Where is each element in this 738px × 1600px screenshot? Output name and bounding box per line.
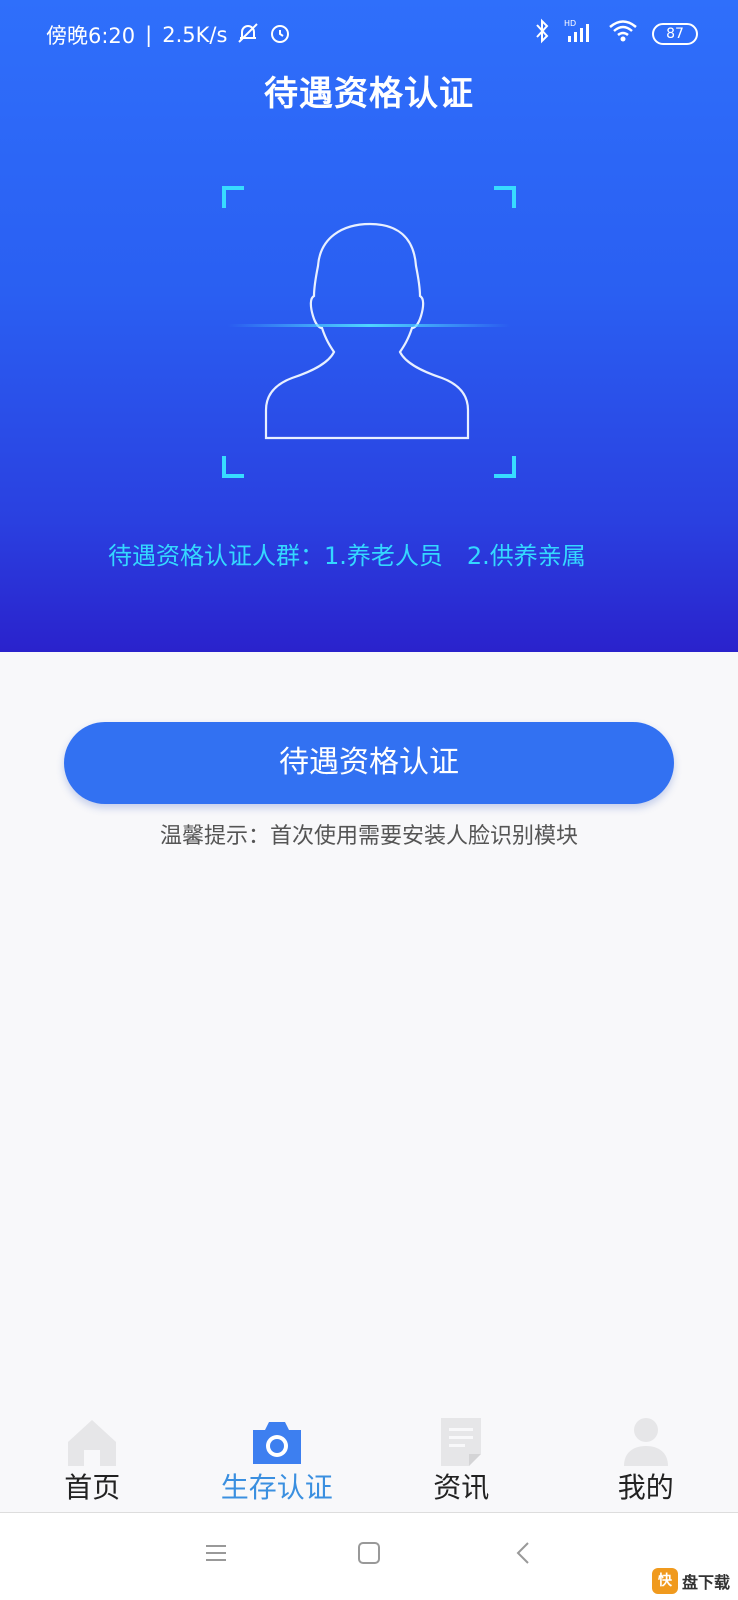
status-right: HD 87 bbox=[534, 18, 698, 49]
status-divider: | bbox=[145, 23, 153, 47]
battery-icon: 87 bbox=[652, 22, 698, 45]
status-left: 傍晚6:20 | 2.5K/s bbox=[46, 20, 291, 50]
tab-mine[interactable]: 我的 bbox=[554, 1404, 738, 1512]
face-outline-icon bbox=[222, 186, 516, 478]
bottom-tab-bar: 首页 生存认证 资讯 我的 bbox=[0, 1404, 738, 1512]
face-scan-frame bbox=[222, 186, 516, 478]
status-bar: 傍晚6:20 | 2.5K/s HD 87 bbox=[0, 0, 738, 64]
wifi-icon bbox=[608, 19, 638, 48]
screen: 傍晚6:20 | 2.5K/s HD 87 待遇资格认证 待遇资格认证人群：1.… bbox=[0, 0, 738, 1600]
mute-bell-icon bbox=[237, 22, 259, 49]
tab-mine-label: 我的 bbox=[617, 1471, 674, 1504]
watermark-logo: 快 盘下载 bbox=[651, 1568, 730, 1594]
home-square-icon[interactable] bbox=[357, 1541, 381, 1569]
tab-survival-certification[interactable]: 生存认证 bbox=[185, 1404, 370, 1512]
back-icon[interactable] bbox=[512, 1541, 536, 1569]
user-icon bbox=[618, 1416, 674, 1472]
system-navigation-bar bbox=[0, 1513, 738, 1600]
hd-signal-icon: HD bbox=[564, 18, 594, 49]
tab-home-label: 首页 bbox=[64, 1471, 121, 1504]
warm-tip-text: 温馨提示：首次使用需要安装人脸识别模块 bbox=[159, 824, 578, 849]
alarm-icon bbox=[269, 22, 291, 49]
menu-icon[interactable] bbox=[204, 1541, 228, 1569]
tab-news-label: 资讯 bbox=[433, 1471, 490, 1504]
network-speed: 2.5K/s bbox=[162, 23, 228, 47]
page-title: 待遇资格认证 bbox=[264, 74, 474, 114]
certification-crowd-text: 待遇资格认证人群：1.养老人员 2.供养亲属 bbox=[108, 542, 586, 570]
home-icon bbox=[64, 1416, 120, 1472]
watermark-badge: 快 bbox=[651, 1568, 678, 1594]
bluetooth-icon bbox=[534, 18, 550, 49]
tab-news[interactable]: 资讯 bbox=[369, 1404, 554, 1512]
tab-home[interactable]: 首页 bbox=[0, 1404, 185, 1512]
watermark-text: 盘下载 bbox=[681, 1573, 730, 1592]
status-time: 傍晚6:20 bbox=[46, 24, 136, 48]
camera-icon bbox=[249, 1416, 305, 1472]
document-icon bbox=[433, 1416, 489, 1472]
qualification-certification-button[interactable]: 待遇资格认证 bbox=[64, 722, 674, 804]
hero-section: 傍晚6:20 | 2.5K/s HD 87 待遇资格认证 待遇资格认证人群：1.… bbox=[0, 0, 738, 652]
svg-text:HD: HD bbox=[564, 19, 576, 28]
tab-survival-certification-label: 生存认证 bbox=[220, 1471, 333, 1504]
